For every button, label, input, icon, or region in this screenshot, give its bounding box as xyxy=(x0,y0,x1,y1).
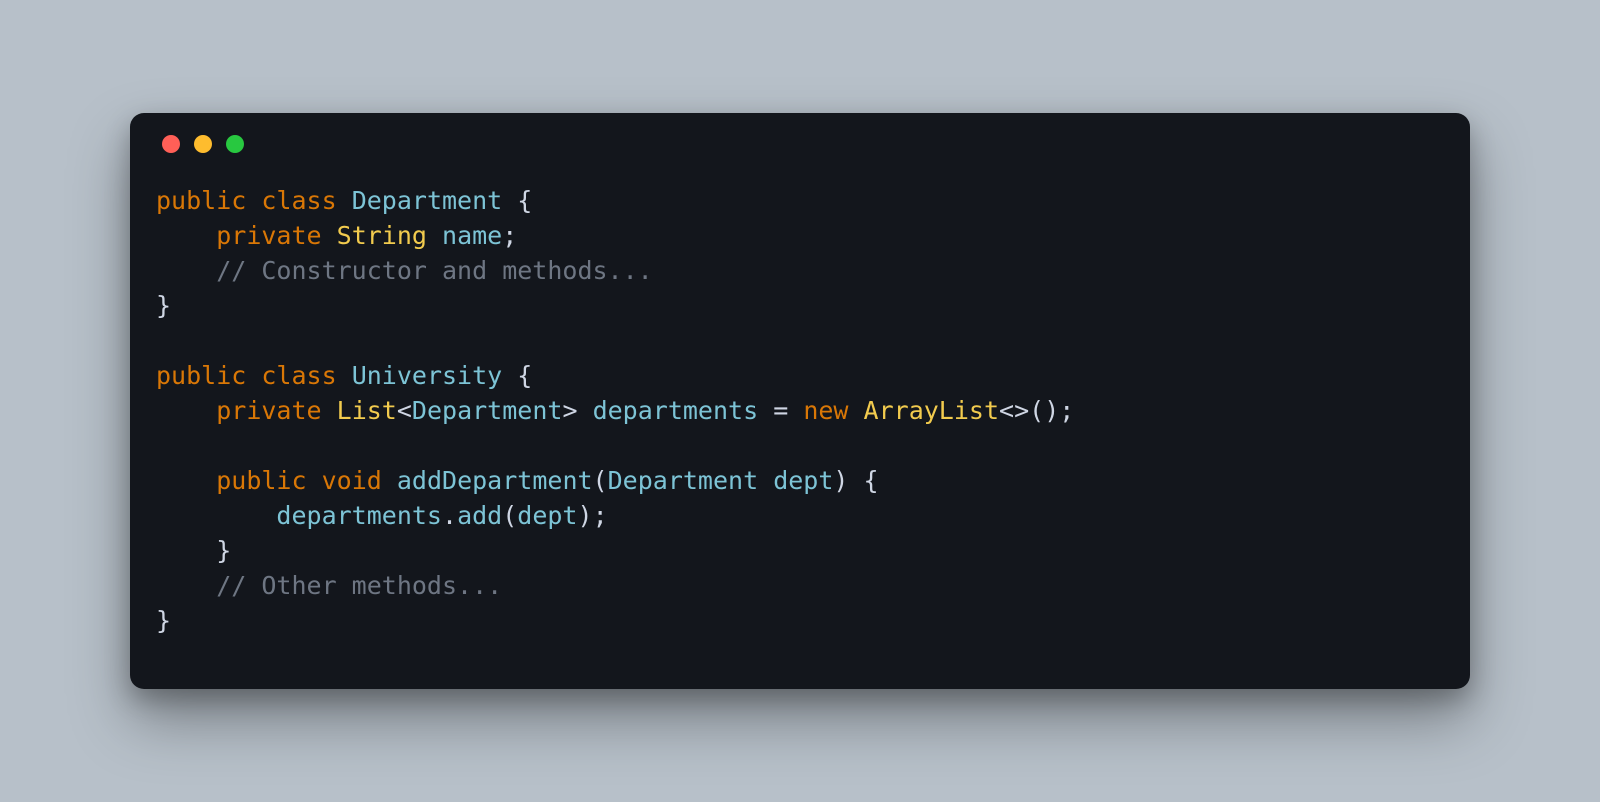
paren-open: ( xyxy=(502,501,517,530)
page-background: public class Department { private String… xyxy=(0,0,1600,802)
generic-type-department: Department xyxy=(412,396,563,425)
field-departments: departments xyxy=(593,396,759,425)
type-arraylist: ArrayList xyxy=(864,396,999,425)
keyword-public: public xyxy=(156,186,246,215)
semicolon: ; xyxy=(502,221,517,250)
keyword-public: public xyxy=(216,466,306,495)
keyword-private: private xyxy=(216,221,321,250)
brace-close: } xyxy=(156,291,171,320)
keyword-void: void xyxy=(322,466,382,495)
code-editor: public class Department { private String… xyxy=(156,183,1444,638)
angle-open: < xyxy=(397,396,412,425)
paren-open: ( xyxy=(593,466,608,495)
brace-open: { xyxy=(517,186,532,215)
paren-close: ) xyxy=(833,466,848,495)
diamond: <> xyxy=(999,396,1029,425)
field-name: name xyxy=(442,221,502,250)
brace-open: { xyxy=(864,466,879,495)
semicolon: ; xyxy=(593,501,608,530)
param-dept: dept xyxy=(773,466,833,495)
class-name-department: Department xyxy=(352,186,503,215)
type-string: String xyxy=(337,221,427,250)
code-window: public class Department { private String… xyxy=(130,113,1470,689)
keyword-class: class xyxy=(261,361,336,390)
comment-other: // Other methods... xyxy=(216,571,502,600)
maximize-icon[interactable] xyxy=(226,135,244,153)
paren-close: ) xyxy=(1044,396,1059,425)
ref-departments: departments xyxy=(276,501,442,530)
dot: . xyxy=(442,501,457,530)
op-assign: = xyxy=(773,396,788,425)
keyword-public: public xyxy=(156,361,246,390)
close-icon[interactable] xyxy=(162,135,180,153)
brace-close: } xyxy=(156,606,171,635)
arg-dept: dept xyxy=(517,501,577,530)
method-add: add xyxy=(457,501,502,530)
brace-close: } xyxy=(216,536,231,565)
semicolon: ; xyxy=(1059,396,1074,425)
comment-constructor: // Constructor and methods... xyxy=(216,256,653,285)
minimize-icon[interactable] xyxy=(194,135,212,153)
paren-open: ( xyxy=(1029,396,1044,425)
keyword-class: class xyxy=(261,186,336,215)
brace-open: { xyxy=(517,361,532,390)
class-name-university: University xyxy=(352,361,503,390)
param-type-department: Department xyxy=(608,466,759,495)
type-list: List xyxy=(337,396,397,425)
angle-close: > xyxy=(562,396,577,425)
method-add-department: addDepartment xyxy=(397,466,593,495)
keyword-new: new xyxy=(803,396,848,425)
window-controls xyxy=(162,135,1444,153)
paren-close: ) xyxy=(578,501,593,530)
keyword-private: private xyxy=(216,396,321,425)
